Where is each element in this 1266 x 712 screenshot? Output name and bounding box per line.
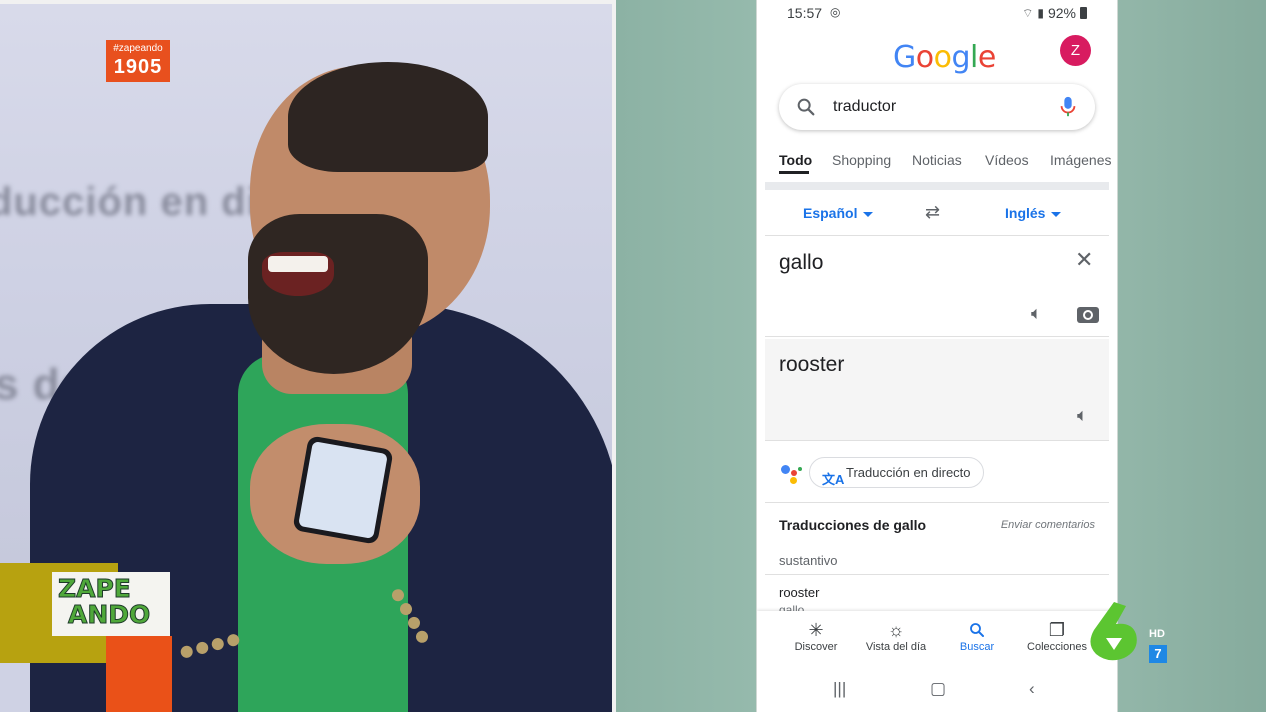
camera-icon[interactable]	[1077, 307, 1099, 323]
swap-languages-icon[interactable]: ⇄	[925, 202, 940, 223]
tab-shopping[interactable]: Shopping	[832, 152, 891, 168]
search-input[interactable]	[833, 98, 1033, 116]
battery-icon	[1080, 7, 1087, 19]
language-selector-row: Español ⇄ Inglés	[765, 190, 1109, 236]
status-time: 15:57	[787, 5, 823, 21]
speaker-icon[interactable]: 🔈︎	[1031, 303, 1042, 324]
presenter-hair	[288, 62, 488, 172]
search-icon	[937, 619, 1017, 641]
bottom-navigation: ✳ Discover ☼ Vista del día Buscar ❐ Cole…	[757, 611, 1117, 669]
tab-imagenes[interactable]: Imágenes	[1050, 152, 1111, 168]
google-logo-letter: G	[893, 40, 916, 75]
held-phone	[292, 435, 394, 545]
show-logo: ZAPE ANDO	[52, 572, 170, 636]
google-logo-letter: e	[977, 40, 996, 75]
source-text-panel[interactable]: gallo ✕ 🔈︎	[765, 237, 1109, 337]
translations-section: Traducciones de gallo Enviar comentarios…	[765, 503, 1109, 617]
battery-percent: 92%	[1047, 5, 1076, 21]
show-logo-line-1: ZAPE	[58, 574, 132, 603]
phone-screenshot: 15:57 ◎ ⌔ ▮ 92% Google Z Todo Shopping N…	[756, 0, 1118, 712]
show-logo-orange-block	[106, 636, 172, 712]
microphone-icon[interactable]	[1059, 96, 1077, 123]
google-assistant-icon	[779, 461, 803, 485]
speaker-icon[interactable]: 🔈︎	[1077, 405, 1088, 426]
collections-icon: ❐	[1048, 620, 1066, 640]
google-logo-letter: g	[951, 40, 971, 75]
search-icon	[795, 96, 817, 123]
nav-vista-label: Vista del día	[865, 641, 927, 653]
source-text[interactable]: gallo	[779, 251, 823, 275]
home-icon[interactable]: ▢	[930, 679, 946, 699]
live-translation-button[interactable]: 文A Traducción en directo	[809, 457, 984, 488]
held-phone-screen	[298, 441, 388, 539]
nav-vista-del-dia[interactable]: ☼ Vista del día	[856, 619, 936, 653]
google-logo: Google	[893, 40, 996, 75]
channel-seven-badge: 7	[1149, 645, 1167, 663]
live-translation-row: 文A Traducción en directo	[765, 443, 1109, 503]
search-bar[interactable]	[779, 84, 1095, 130]
recent-apps-icon[interactable]: |||	[833, 679, 846, 699]
signal-icon: ▮	[1037, 6, 1044, 20]
tab-todo[interactable]: Todo	[779, 152, 812, 168]
account-avatar[interactable]: Z	[1060, 35, 1091, 66]
google-logo-letter: l	[970, 40, 978, 75]
tab-noticias[interactable]: Noticias	[912, 152, 962, 168]
nav-discover[interactable]: ✳ Discover	[776, 619, 856, 653]
google-logo-letter: o	[933, 40, 952, 75]
row-divider	[765, 574, 1109, 575]
source-language-dropdown[interactable]: Español	[803, 205, 873, 221]
status-right: ⌔ ▮ 92%	[1022, 5, 1087, 21]
presenter-teeth	[268, 256, 328, 272]
hashtag-badge: #zapeando 1905	[106, 40, 170, 82]
live-translation-label: Traducción en directo	[846, 465, 971, 480]
google-logo-letter: o	[915, 40, 934, 75]
nav-discover-label: Discover	[794, 641, 838, 653]
system-navigation-bar: ||| ▢ ‹	[757, 669, 1117, 712]
instagram-icon: ◎	[830, 5, 841, 19]
translate-icon: 文A	[822, 472, 845, 487]
hashtag-text: #zapeando	[113, 43, 163, 54]
section-divider	[765, 182, 1109, 190]
status-bar: 15:57 ◎ ⌔ ▮ 92%	[757, 0, 1117, 26]
clear-icon[interactable]: ✕	[1075, 247, 1093, 273]
backdrop-text-line-1: ducción en dir	[0, 180, 276, 224]
tab-videos[interactable]: Vídeos	[985, 152, 1029, 168]
translation-term[interactable]: rooster	[779, 585, 819, 600]
hd-label: HD	[1149, 628, 1165, 640]
nav-colecciones[interactable]: ❐ Colecciones	[1017, 619, 1097, 653]
episode-counter: 1905	[113, 56, 163, 78]
channel-six-logo	[1090, 602, 1137, 661]
active-tab-indicator	[779, 171, 809, 174]
search-tabs: Todo Shopping Noticias Vídeos Imágenes	[757, 150, 1117, 180]
nav-buscar-label: Buscar	[959, 641, 995, 653]
back-icon[interactable]: ‹	[1029, 679, 1035, 699]
wifi-icon: ⌔	[1022, 5, 1034, 20]
asterisk-icon: ✳	[808, 620, 824, 640]
target-language-dropdown[interactable]: Inglés	[1005, 205, 1061, 221]
translations-title: Traducciones de gallo	[779, 517, 927, 533]
translated-text: rooster	[779, 353, 845, 376]
nav-buscar[interactable]: Buscar	[937, 619, 1017, 653]
part-of-speech: sustantivo	[779, 553, 838, 568]
sunrise-icon: ☼	[887, 620, 905, 640]
send-feedback-link[interactable]: Enviar comentarios	[1001, 519, 1095, 531]
target-text-panel: rooster 🔈︎	[765, 339, 1109, 441]
nav-colecciones-label: Colecciones	[1027, 641, 1087, 653]
show-logo-line-2: ANDO	[68, 600, 151, 629]
